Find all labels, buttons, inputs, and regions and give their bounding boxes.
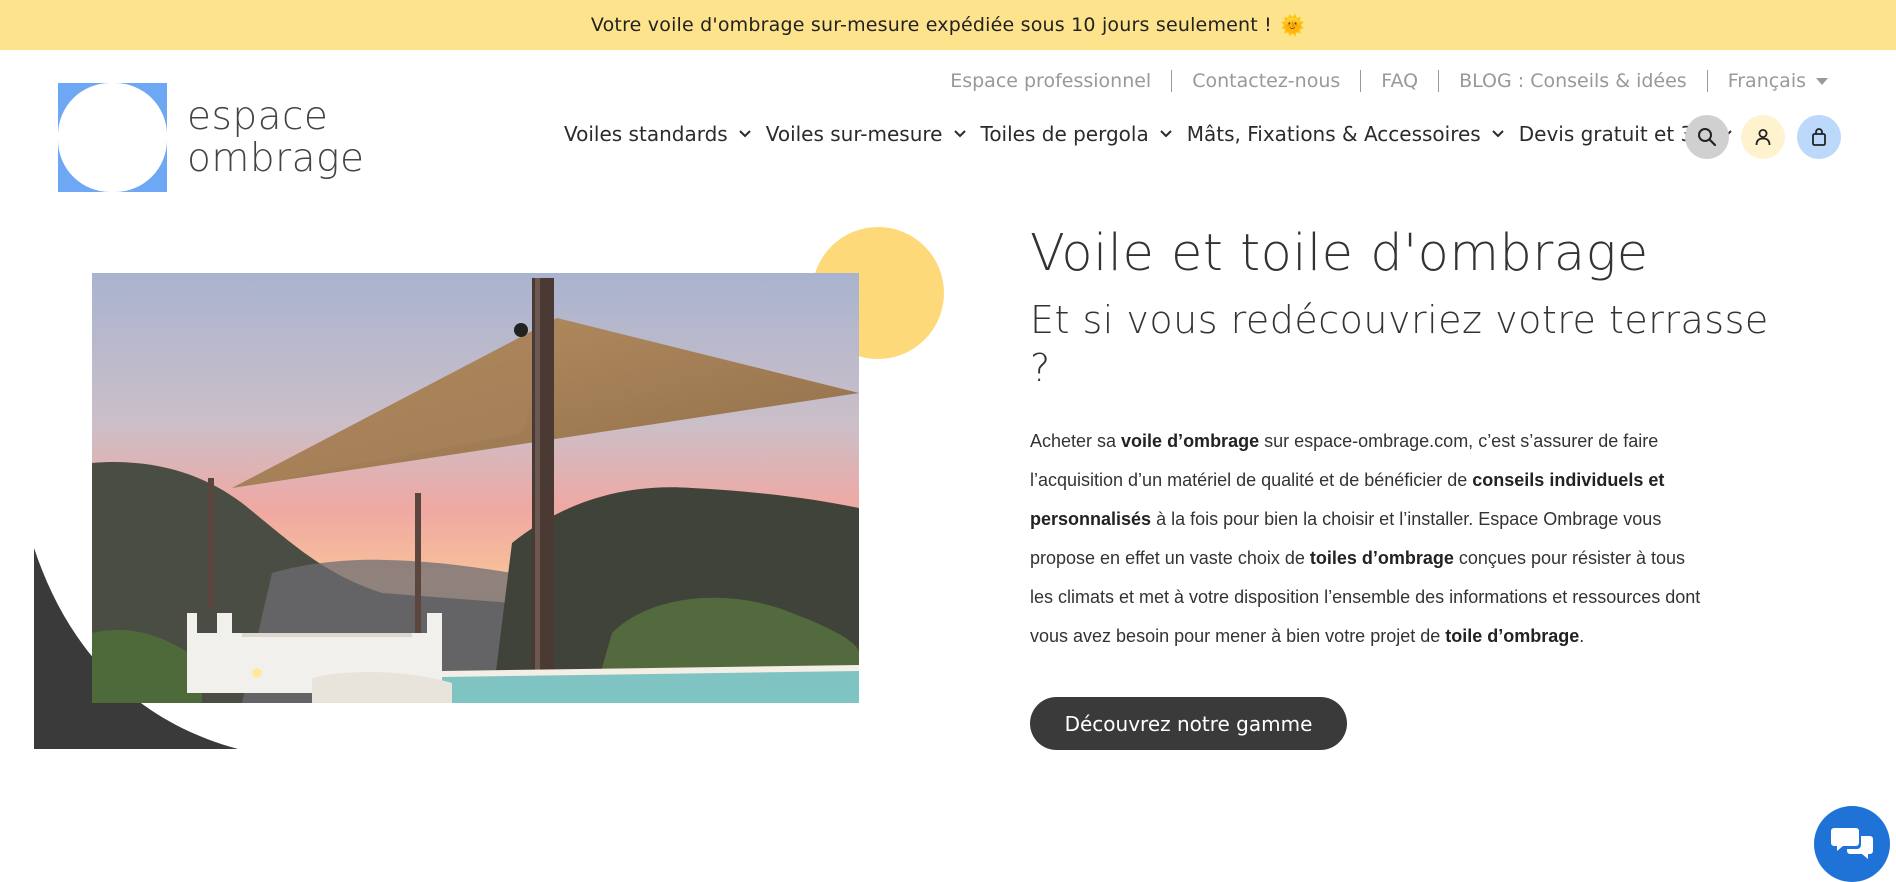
- header-actions: [1685, 115, 1853, 159]
- sun-emoji: 🌞: [1280, 13, 1306, 37]
- intro-paragraph: Acheter sa voile d’ombrage sur espace-om…: [1030, 422, 1710, 656]
- para-bold-voile: voile d’ombrage: [1121, 431, 1260, 451]
- chevron-down-icon: [1492, 130, 1504, 138]
- link-contact[interactable]: Contactez-nous: [1171, 70, 1360, 92]
- nav-label: Toiles de pergola: [980, 122, 1149, 146]
- user-icon: [1755, 129, 1771, 146]
- hero-content: Voile et toile d'ombrage Et si vous redé…: [1030, 222, 1790, 656]
- logo-wordmark: espace ombrage: [187, 93, 365, 181]
- search-button[interactable]: [1685, 115, 1729, 159]
- link-espace-professionnel[interactable]: Espace professionnel: [930, 70, 1171, 92]
- language-label: Français: [1727, 70, 1806, 92]
- caret-down-icon: [1816, 77, 1828, 85]
- nav-voiles-standards[interactable]: Voiles standards: [564, 122, 752, 146]
- main-nav: Voiles standards Voiles sur-mesure Toile…: [564, 122, 1747, 146]
- logo-line-1: espace: [187, 93, 329, 139]
- discover-range-button[interactable]: Découvrez notre gamme: [1030, 697, 1347, 750]
- logo-mark-icon: [58, 83, 167, 192]
- para-text-5: .: [1579, 626, 1585, 646]
- nav-label: Voiles sur-mesure: [765, 122, 943, 146]
- nav-voiles-sur-mesure[interactable]: Voiles sur-mesure: [766, 122, 967, 146]
- nav-label: Mâts, Fixations & Accessoires: [1186, 122, 1481, 146]
- chevron-down-icon: [1160, 130, 1172, 138]
- nav-label: Voiles standards: [564, 122, 728, 146]
- nav-mats-fixations[interactable]: Mâts, Fixations & Accessoires: [1187, 122, 1505, 146]
- logo-line-2: ombrage: [187, 135, 365, 181]
- cart-button[interactable]: [1797, 115, 1841, 159]
- para-text-1: Acheter sa: [1030, 431, 1122, 451]
- page-title: Voile et toile d'ombrage: [1030, 224, 1649, 283]
- chat-bubbles-icon: [1831, 828, 1873, 859]
- nav-toiles-de-pergola[interactable]: Toiles de pergola: [981, 122, 1173, 146]
- para-bold-toiles: toiles d’ombrage: [1309, 548, 1454, 568]
- hero-photo-illustration: [92, 273, 859, 703]
- link-blog[interactable]: BLOG : Conseils & idées: [1438, 70, 1707, 92]
- para-bold-toile: toile d’ombrage: [1445, 626, 1580, 646]
- language-selector[interactable]: Français: [1706, 70, 1848, 92]
- chevron-down-icon: [738, 130, 751, 138]
- bag-icon: [1812, 128, 1826, 146]
- chevron-down-icon: [953, 130, 966, 138]
- chat-widget-button[interactable]: [1814, 806, 1890, 882]
- page-subtitle: Et si vous redécouvriez votre terrasse ?: [1030, 298, 1769, 390]
- promo-banner: Votre voile d'ombrage sur-mesure expédié…: [0, 0, 1896, 50]
- account-button[interactable]: [1741, 115, 1785, 159]
- site-logo[interactable]: espace ombrage: [58, 83, 364, 192]
- top-utility-nav: Espace professionnel Contactez-nous FAQ …: [930, 70, 1848, 92]
- nav-label: Devis gratuit et 3D: [1518, 122, 1709, 146]
- promo-text: Votre voile d'ombrage sur-mesure expédié…: [590, 14, 1272, 36]
- search-icon: [1698, 128, 1717, 147]
- hero-image-shade-sail-terrace: [92, 273, 859, 703]
- link-faq[interactable]: FAQ: [1360, 70, 1438, 92]
